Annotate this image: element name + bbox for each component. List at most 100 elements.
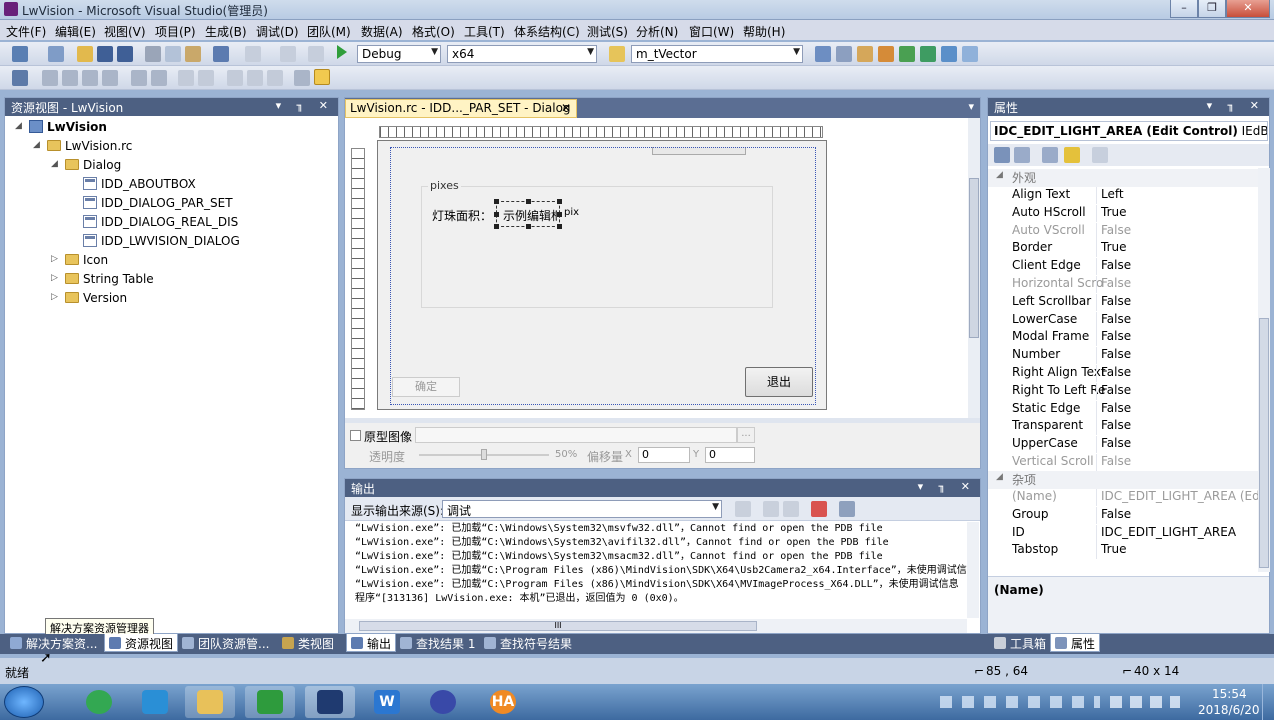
tab-class-view[interactable]: 类视图	[278, 634, 338, 652]
tree-node-dialog-item[interactable]: IDD_LWVISION_DIALOG	[11, 232, 331, 251]
paste-icon[interactable]	[185, 46, 201, 62]
align-bottoms-icon[interactable]	[102, 70, 118, 86]
property-value[interactable]: False	[1101, 507, 1131, 521]
align-lefts-icon[interactable]	[42, 70, 58, 86]
resize-handle-icon[interactable]	[557, 212, 562, 217]
offset-x-input[interactable]: 0	[638, 447, 690, 463]
find-message-icon[interactable]	[735, 501, 751, 517]
property-row[interactable]: Transparent False	[988, 418, 1258, 436]
clear-all-icon[interactable]	[811, 501, 827, 517]
menu-tools[interactable]: 工具(T)	[464, 23, 505, 40]
align-tops-icon[interactable]	[82, 70, 98, 86]
menu-data[interactable]: 数据(A)	[361, 23, 403, 40]
expand-arrow-icon[interactable]: ▷	[51, 273, 61, 283]
property-row[interactable]: Right Align Text False	[988, 365, 1258, 383]
find-combobox[interactable]: m_tVector ▼	[631, 45, 803, 63]
make-same-size-icon[interactable]	[267, 70, 283, 86]
browse-button[interactable]: ...	[737, 427, 755, 443]
property-value[interactable]: False	[1101, 276, 1131, 290]
property-row[interactable]: Static Edge False	[988, 400, 1258, 419]
output-source-dropdown[interactable]: 调试 ▼	[442, 500, 722, 518]
property-value[interactable]: False	[1101, 365, 1131, 379]
tab-properties[interactable]: 属性	[1050, 634, 1101, 652]
property-row[interactable]: Client Edge False	[988, 258, 1258, 276]
output-vertical-scrollbar[interactable]	[967, 522, 979, 618]
more-tools-icon[interactable]	[962, 46, 978, 62]
word-wrap-icon[interactable]	[839, 501, 855, 517]
property-row[interactable]: Border True	[988, 240, 1258, 258]
system-tray-icons[interactable]	[940, 696, 1100, 708]
new-project-icon[interactable]	[12, 46, 28, 62]
panel-pin-buttons[interactable]: ▾ ╖ ✕	[1207, 99, 1265, 112]
tab-output[interactable]: 输出	[346, 634, 397, 652]
menu-view[interactable]: 视图(V)	[104, 23, 146, 40]
resize-handle-icon[interactable]	[526, 199, 531, 204]
property-row[interactable]: Vertical Scroll False	[988, 454, 1258, 472]
panel-pin-buttons[interactable]: ▾ ╖ ✕	[276, 99, 334, 112]
collapse-arrow-icon[interactable]: ◢	[996, 472, 1003, 482]
prototype-image-path[interactable]	[415, 427, 737, 443]
expand-arrow-icon[interactable]: ▷	[51, 292, 61, 302]
open-file-icon[interactable]	[77, 46, 93, 62]
tab-dropdown-icon[interactable]: ▾	[968, 100, 974, 113]
tab-find-symbol-results[interactable]: 查找符号结果	[480, 634, 576, 652]
menu-debug[interactable]: 调试(D)	[256, 23, 299, 40]
property-row[interactable]: Group False	[988, 506, 1258, 525]
resize-handle-icon[interactable]	[526, 224, 531, 229]
navigate-forward-icon[interactable]	[308, 46, 324, 62]
undo-icon[interactable]	[213, 46, 229, 62]
output-horizontal-scrollbar[interactable]: III	[345, 619, 967, 633]
tab-find-results[interactable]: 查找结果 1	[396, 634, 479, 652]
offset-y-input[interactable]: 0	[705, 447, 755, 463]
add-item-icon[interactable]	[48, 46, 64, 62]
property-pages-icon[interactable]	[1092, 147, 1108, 163]
tree-node-dialog-item[interactable]: IDD_DIALOG_REAL_DIS	[11, 213, 331, 232]
categorized-icon[interactable]	[994, 147, 1010, 163]
clock-date[interactable]: 2018/6/20	[1198, 703, 1260, 717]
tree-node-project[interactable]: ◢ LwVision	[11, 118, 331, 137]
property-row[interactable]: Auto HScroll True	[988, 204, 1258, 223]
property-value[interactable]: False	[1101, 454, 1131, 468]
property-row[interactable]: Number False	[988, 347, 1258, 365]
navigate-back-icon[interactable]	[280, 46, 296, 62]
tray-status-icons[interactable]	[1110, 696, 1180, 708]
editor-vertical-scrollbar[interactable]	[968, 118, 980, 418]
toggle-grid-icon[interactable]	[294, 70, 310, 86]
category-misc[interactable]: ◢ 杂项	[988, 471, 1258, 489]
property-value[interactable]: False	[1101, 401, 1131, 415]
tree-node-version-folder[interactable]: ▷ Version	[11, 289, 331, 308]
property-value[interactable]: True	[1101, 240, 1127, 254]
resize-handle-icon[interactable]	[494, 212, 499, 217]
save-all-icon[interactable]	[117, 46, 133, 62]
cut-icon[interactable]	[145, 46, 161, 62]
property-value[interactable]: True	[1101, 542, 1127, 556]
make-same-width-icon[interactable]	[227, 70, 243, 86]
save-icon[interactable]	[97, 46, 113, 62]
collapse-arrow-icon[interactable]: ◢	[15, 121, 25, 131]
collapse-arrow-icon[interactable]: ◢	[33, 140, 43, 150]
property-row[interactable]: UpperCase False	[988, 436, 1258, 454]
object-selector[interactable]: IDC_EDIT_LIGHT_AREA (Edit Control) IEdBo…	[990, 121, 1268, 141]
property-row[interactable]: Horizontal Scro False	[988, 276, 1258, 294]
property-row[interactable]: LowerCase False	[988, 311, 1258, 330]
show-desktop-button[interactable]	[1262, 684, 1274, 720]
solution-platform-dropdown[interactable]: x64 ▼	[447, 45, 597, 63]
menu-edit[interactable]: 编辑(E)	[55, 23, 96, 40]
solution-explorer-icon[interactable]	[815, 46, 831, 62]
start-page-icon[interactable]	[920, 46, 936, 62]
object-browser-icon[interactable]	[857, 46, 873, 62]
tab-resource-view[interactable]: 资源视图	[104, 634, 179, 652]
editor-tab-active[interactable]: LwVision.rc - IDD..._PAR_SET - Dialog ✕	[345, 99, 577, 118]
space-down-icon[interactable]	[198, 70, 214, 86]
events-icon[interactable]	[1064, 147, 1080, 163]
dialog-canvas[interactable]: pixes 灯珠面积： 示例编辑框 pix 确定 退出	[377, 140, 827, 410]
tree-node-dialog-item[interactable]: IDD_ABOUTBOX	[11, 175, 331, 194]
resize-handle-icon[interactable]	[557, 224, 562, 229]
tree-node-string-table-folder[interactable]: ▷ String Table	[11, 270, 331, 289]
menu-analyze[interactable]: 分析(N)	[636, 23, 678, 40]
property-row[interactable]: Modal Frame False	[988, 329, 1258, 347]
resize-handle-icon[interactable]	[494, 199, 499, 204]
taskbar-app-wps[interactable]: W	[362, 686, 412, 718]
minimize-button[interactable]: –	[1170, 0, 1198, 18]
alphabetical-icon[interactable]	[1014, 147, 1030, 163]
